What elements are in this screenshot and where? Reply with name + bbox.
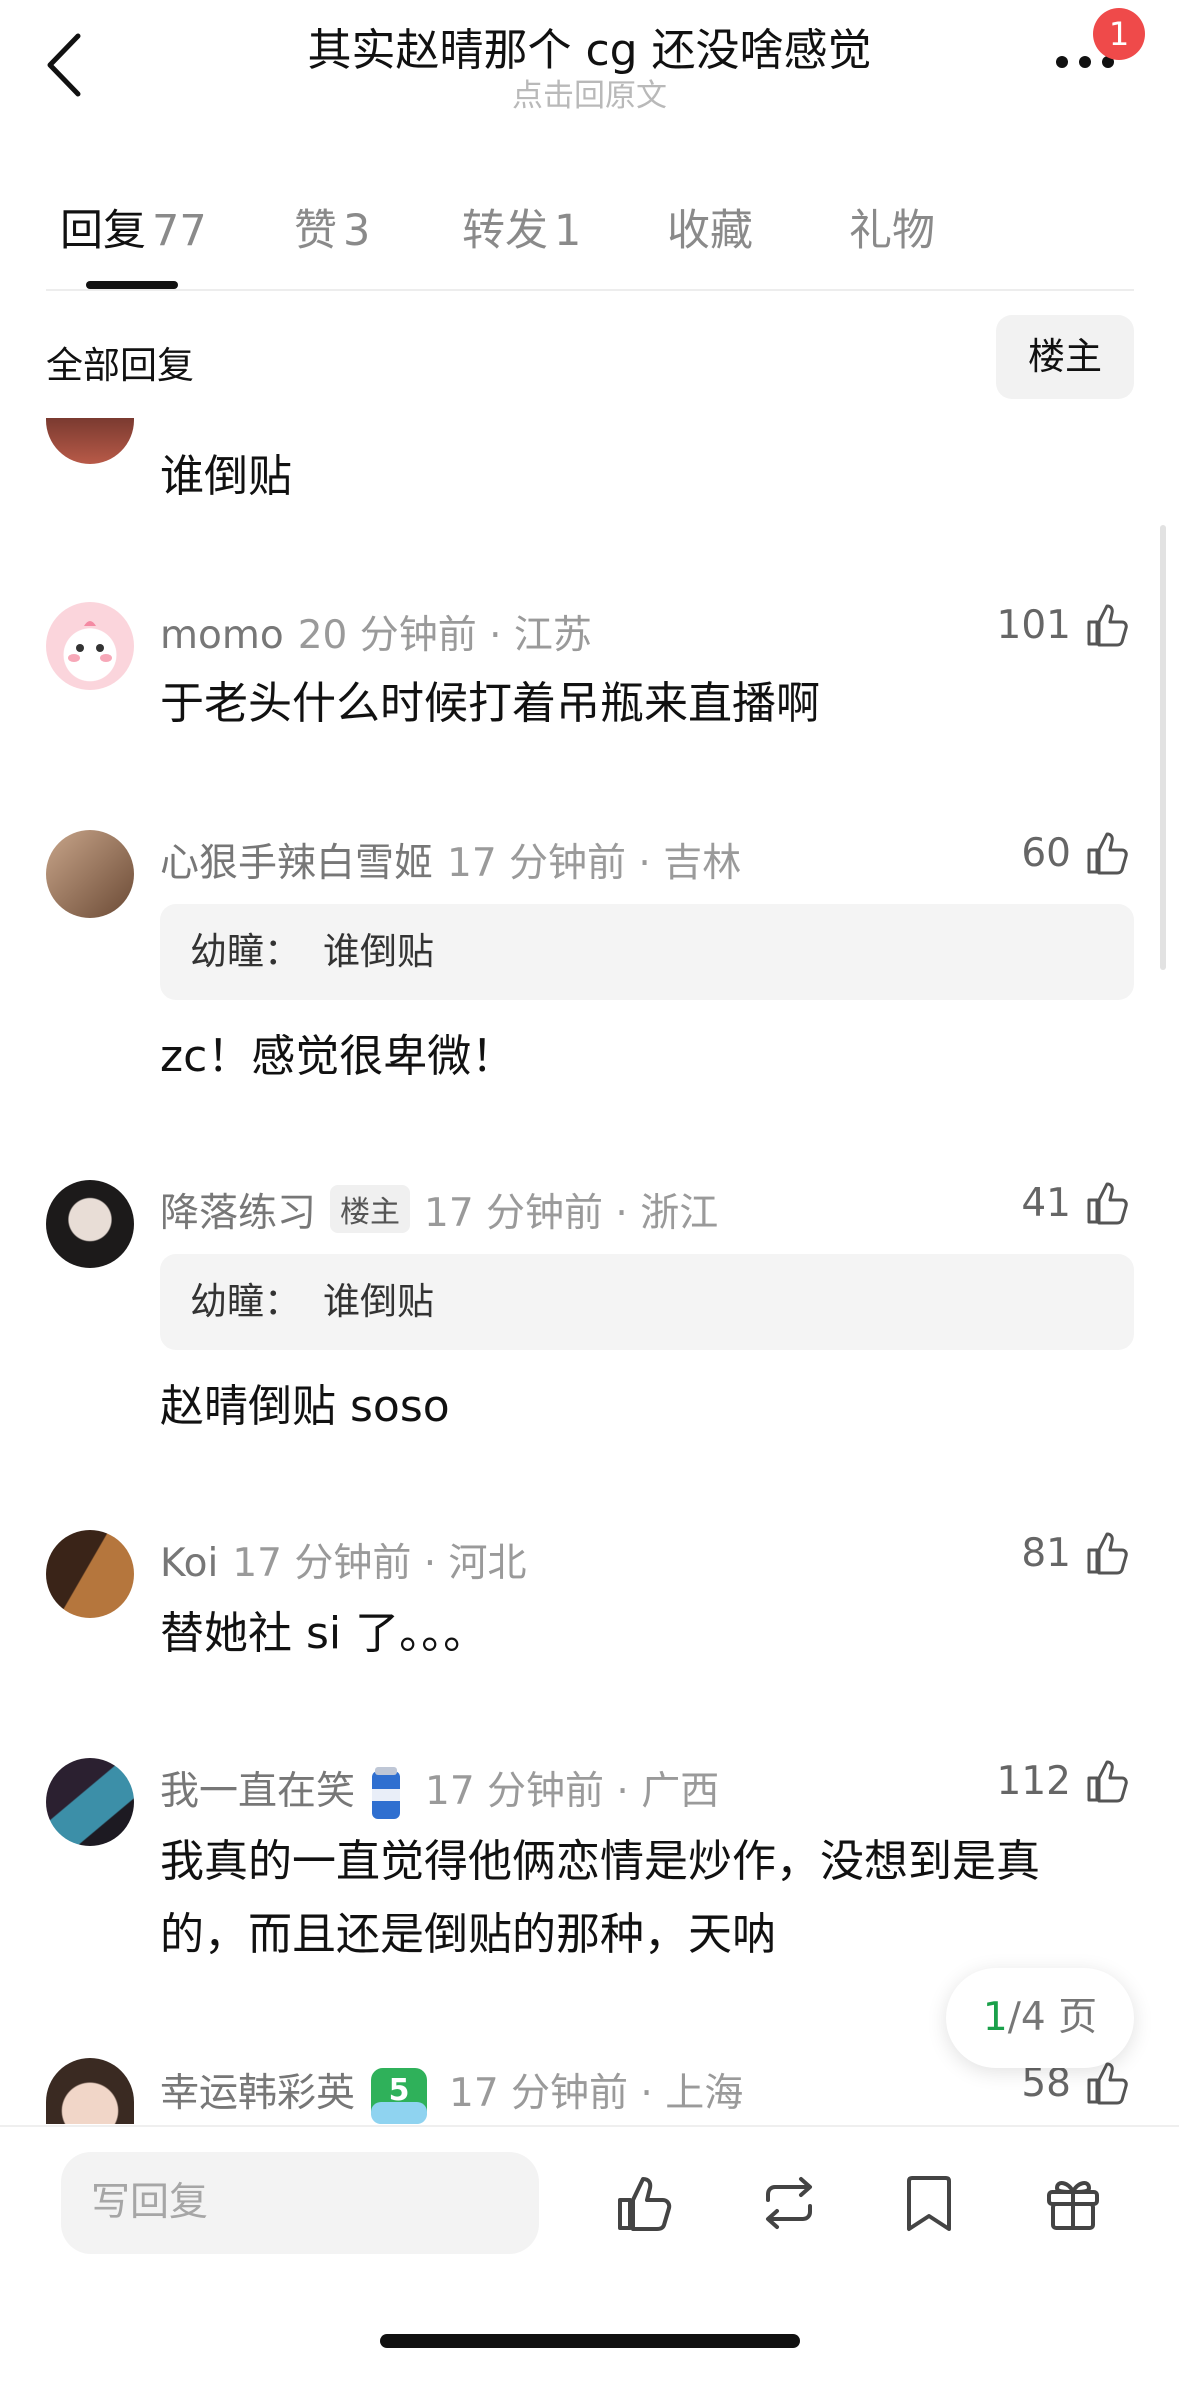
tab-count: 3 — [343, 206, 371, 256]
quoted-reply[interactable]: 幼瞳： 谁倒贴 — [160, 1254, 1134, 1350]
like-button[interactable]: 112 — [997, 1756, 1133, 1806]
comment-meta: Koi 17 分钟前 · 河北 — [160, 1532, 527, 1588]
comment-text: 赵晴倒贴 soso — [160, 1381, 450, 1432]
soda-can-icon — [372, 1766, 401, 1819]
quoted-text: 谁倒贴 — [323, 930, 434, 973]
comment-meta: 我一直在笑 17 分钟前 · 广西 — [160, 1760, 719, 1823]
gift-icon[interactable] — [1040, 2170, 1106, 2236]
quoted-text: 谁倒贴 — [323, 1280, 434, 1323]
page-indicator[interactable]: 1/4 页 — [946, 1968, 1134, 2068]
comment-meta: 幸运韩彩英 5 17 分钟前 · 上海 — [160, 2062, 743, 2126]
comment-time-location: 17 分钟前 · 河北 — [232, 1541, 527, 1586]
comment-text-line: 我真的一直觉得他俩恋情是炒作，没想到是真 — [160, 1836, 1040, 1887]
thumbs-up-icon — [1087, 604, 1128, 647]
like-count: 60 — [1021, 830, 1071, 876]
comment-meta: 降落练习 楼主 17 分钟前 · 浙江 — [160, 1182, 718, 1238]
tab-label: 转发 — [462, 206, 548, 256]
tab-count: 77 — [152, 206, 207, 256]
comment-time-location: 20 分钟前 · 江苏 — [297, 613, 592, 658]
avatar[interactable] — [46, 830, 134, 918]
comment-time-location: 17 分钟前 · 吉林 — [447, 841, 742, 886]
tab-replies[interactable]: 回复 77 — [60, 196, 207, 258]
avatar[interactable] — [46, 1758, 134, 1846]
scrollbar[interactable] — [1160, 525, 1166, 970]
thumbs-up-icon — [1087, 832, 1128, 875]
avatar[interactable] — [46, 602, 134, 690]
home-indicator[interactable] — [380, 2334, 800, 2348]
username[interactable]: 幸运韩彩英 — [160, 2071, 355, 2116]
level-badge-icon: 5 — [371, 2067, 428, 2124]
quoted-reply[interactable]: 幼瞳： 谁倒贴 — [160, 904, 1134, 1000]
comment-text: 我真的一直觉得他俩恋情是炒作，没想到是真 的，而且还是倒贴的那种，天呐 — [160, 1825, 1120, 1971]
active-tab-indicator — [86, 281, 178, 289]
tab-label: 赞 — [294, 206, 337, 256]
notification-badge: 1 — [1093, 8, 1145, 60]
avatar-image — [68, 621, 112, 662]
tab-reposts[interactable]: 转发 1 — [462, 196, 581, 258]
like-button[interactable]: 60 — [1021, 828, 1133, 878]
like-count: 41 — [1021, 1180, 1071, 1226]
quoted-username: 幼瞳： — [190, 1280, 301, 1323]
avatar[interactable] — [46, 418, 134, 464]
thumbs-up-icon — [1087, 1182, 1128, 1225]
section-title: 全部回复 — [46, 344, 194, 387]
tab-gifts[interactable]: 礼物 — [849, 196, 935, 258]
tab-label: 礼物 — [849, 206, 935, 256]
like-icon[interactable] — [612, 2170, 678, 2236]
username[interactable]: 心狠手辣白雪姬 — [160, 841, 433, 886]
comment-text: 谁倒贴 — [160, 451, 292, 502]
level-number: 5 — [389, 2073, 410, 2108]
repost-icon[interactable] — [756, 2170, 822, 2236]
tab-label: 收藏 — [667, 206, 753, 256]
tab-count: 1 — [554, 206, 582, 256]
comment-time-location: 17 分钟前 · 上海 — [449, 2071, 744, 2116]
quoted-username: 幼瞳： — [190, 930, 301, 973]
like-count: 81 — [1021, 1530, 1071, 1576]
like-button[interactable]: 101 — [997, 600, 1133, 650]
divider — [46, 289, 1134, 291]
comment-text: zc！感觉很卑微！ — [160, 1031, 516, 1082]
like-button[interactable]: 41 — [1021, 1178, 1133, 1228]
back-to-original-link[interactable]: 点击回原文 — [0, 70, 1179, 115]
total-pages: /4 页 — [1007, 1995, 1098, 2040]
tab-favorites[interactable]: 收藏 — [667, 196, 753, 258]
op-filter-button[interactable]: 楼主 — [996, 315, 1134, 399]
username[interactable]: Koi — [160, 1541, 218, 1586]
tab-likes[interactable]: 赞3 — [294, 196, 370, 258]
current-page: 1 — [982, 1995, 1008, 2040]
avatar[interactable] — [46, 1530, 134, 1618]
bookmark-icon[interactable] — [896, 2170, 962, 2236]
reply-input[interactable]: 写回复 — [61, 2152, 539, 2254]
username[interactable]: 我一直在笑 — [160, 1769, 355, 1814]
username[interactable]: momo — [160, 613, 284, 658]
avatar[interactable] — [46, 2058, 134, 2124]
like-button[interactable]: 81 — [1021, 1528, 1133, 1578]
comment-text-line: 的，而且还是倒贴的那种，天呐 — [160, 1909, 776, 1960]
comment-text: 于老头什么时候打着吊瓶来直播啊 — [160, 678, 820, 729]
comment-meta: 心狠手辣白雪姬 17 分钟前 · 吉林 — [160, 832, 741, 888]
tab-label: 回复 — [60, 206, 146, 256]
username[interactable]: 降落练习 — [160, 1191, 316, 1236]
comment-meta: momo 20 分钟前 · 江苏 — [160, 604, 592, 660]
comment-time-location: 17 分钟前 · 浙江 — [424, 1191, 719, 1236]
thumbs-up-icon — [1087, 1532, 1128, 1575]
like-count: 112 — [996, 1758, 1071, 1804]
comment-text: 替她社 si 了。。。 — [160, 1608, 488, 1659]
comment-time-location: 17 分钟前 · 广西 — [425, 1769, 720, 1814]
op-tag: 楼主 — [330, 1185, 411, 1233]
thumbs-up-icon — [1087, 1760, 1128, 1803]
page-title: 其实赵晴那个 cg 还没啥感觉 — [307, 25, 872, 76]
like-count: 101 — [996, 602, 1071, 648]
avatar[interactable] — [46, 1180, 134, 1268]
